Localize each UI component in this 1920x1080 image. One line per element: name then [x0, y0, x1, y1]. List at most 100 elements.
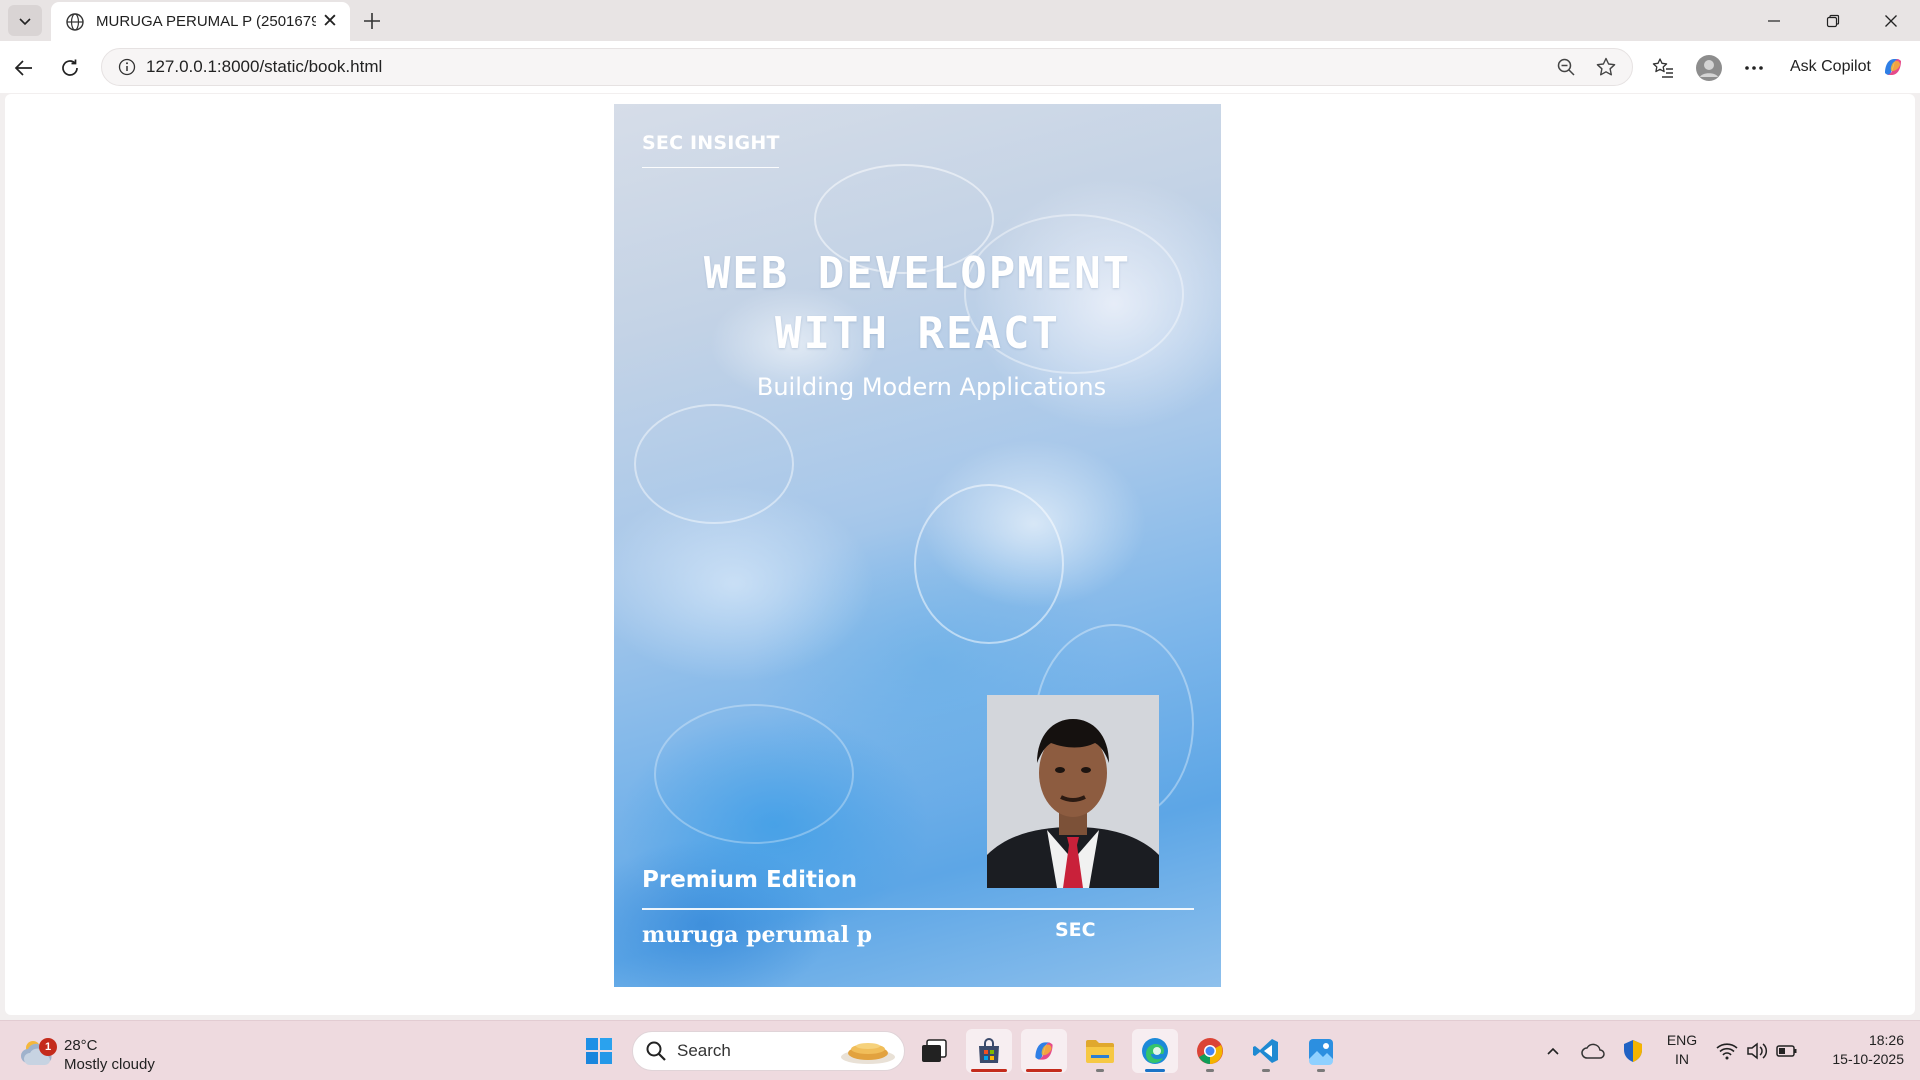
author-photo	[987, 695, 1159, 888]
active-tab[interactable]: MURUGA PERUMAL P (25016797) ✕	[51, 2, 350, 41]
task-view-button[interactable]	[911, 1029, 957, 1073]
tab-actions-button[interactable]	[8, 5, 42, 36]
vscode-icon	[1253, 1039, 1278, 1063]
search-highlight-icon	[841, 1043, 895, 1064]
zoom-button[interactable]	[1546, 50, 1586, 84]
wifi-button[interactable]	[1712, 1035, 1742, 1067]
vscode-app-button[interactable]	[1243, 1029, 1289, 1073]
running-indicator	[1317, 1069, 1325, 1072]
battery-button[interactable]	[1772, 1035, 1802, 1067]
running-indicator	[1206, 1069, 1214, 1072]
language-code: ENG	[1666, 1032, 1698, 1048]
taskbar: 1 28°C Mostly cloudy Search ENG IN 18:26…	[0, 1020, 1920, 1080]
swirl-decoration	[654, 704, 854, 844]
author-name: muruga perumal p	[642, 922, 873, 948]
site-info-button[interactable]	[108, 58, 146, 76]
ask-copilot-label: Ask Copilot	[1790, 58, 1871, 75]
close-icon	[1885, 14, 1897, 27]
favorites-button[interactable]	[1646, 51, 1680, 85]
star-icon	[1596, 57, 1616, 76]
photos-app-button[interactable]	[1298, 1029, 1344, 1073]
new-tab-button[interactable]	[356, 5, 388, 37]
publisher-label: SEC	[1055, 919, 1096, 941]
restore-button[interactable]	[1804, 0, 1862, 41]
avatar-icon	[1696, 55, 1722, 81]
address-bar[interactable]: 127.0.0.1:8000/static/book.html	[101, 48, 1633, 86]
running-indicator	[1145, 1069, 1165, 1072]
running-indicator	[971, 1069, 1007, 1072]
weather-widget[interactable]: 1 28°C Mostly cloudy	[20, 1029, 180, 1073]
zoom-out-icon	[1557, 58, 1575, 76]
edge-icon	[1142, 1038, 1168, 1064]
clock[interactable]: 18:26 15-10-2025	[1812, 1031, 1904, 1069]
store-icon	[979, 1038, 999, 1063]
minimize-button[interactable]	[1745, 0, 1803, 41]
page-viewport: SEC INSIGHT WEB DEVELOPMENT WITH REACT B…	[5, 94, 1915, 1015]
close-window-button[interactable]	[1862, 0, 1920, 41]
footer-divider	[642, 908, 1194, 910]
favorite-button[interactable]	[1586, 50, 1626, 84]
browser-toolbar: 127.0.0.1:8000/static/book.html Ask Copi…	[0, 41, 1920, 93]
notification-badge: 1	[39, 1038, 57, 1056]
cloud-icon	[1581, 1043, 1605, 1059]
book-subtitle: Building Modern Applications	[756, 373, 1107, 401]
show-hidden-icons-button[interactable]	[1538, 1035, 1568, 1067]
volume-button[interactable]	[1742, 1035, 1772, 1067]
photos-icon	[1309, 1039, 1333, 1065]
running-indicator	[1026, 1069, 1062, 1072]
restore-icon	[1826, 14, 1840, 27]
plus-icon	[364, 13, 380, 29]
refresh-button[interactable]	[53, 51, 87, 85]
file-explorer-button[interactable]	[1077, 1029, 1123, 1073]
store-app-button[interactable]	[966, 1029, 1012, 1073]
copilot-app-button[interactable]	[1021, 1029, 1067, 1073]
chevron-down-icon	[19, 17, 31, 25]
chrome-app-button[interactable]	[1187, 1029, 1233, 1073]
close-tab-icon[interactable]: ✕	[316, 8, 344, 36]
onedrive-button[interactable]	[1578, 1035, 1608, 1067]
brand-underline	[642, 167, 779, 168]
speaker-icon	[1747, 1042, 1768, 1060]
refresh-icon	[62, 59, 78, 76]
security-button[interactable]	[1618, 1035, 1648, 1067]
start-button[interactable]	[576, 1029, 622, 1073]
brand-label: SEC INSIGHT	[642, 132, 780, 154]
swirl-decoration	[634, 404, 794, 524]
chevron-up-icon	[1547, 1047, 1559, 1055]
copilot-icon	[1884, 59, 1901, 75]
profile-button[interactable]	[1692, 51, 1726, 85]
back-button[interactable]	[7, 51, 41, 85]
book-title-line1: WEB DEVELOPMENT	[703, 248, 1132, 299]
author-portrait-image	[987, 695, 1159, 888]
book-title: WEB DEVELOPMENT WITH REACT	[614, 244, 1221, 364]
shield-icon	[1624, 1040, 1642, 1062]
tab-title: MURUGA PERUMAL P (25016797)	[96, 13, 316, 30]
start-icon	[586, 1038, 612, 1064]
region-code: IN	[1675, 1051, 1689, 1067]
book-title-line2: WITH REACT	[775, 308, 1060, 359]
edition-label: Premium Edition	[642, 867, 858, 893]
search-icon	[646, 1041, 666, 1061]
ask-copilot-button[interactable]: Ask Copilot	[1776, 47, 1916, 87]
taskbar-search[interactable]: Search	[632, 1031, 905, 1071]
task-view-icon	[922, 1039, 947, 1062]
weather-temperature: 28°C	[64, 1037, 98, 1054]
search-label: Search	[677, 1041, 731, 1060]
edge-app-button[interactable]	[1132, 1029, 1178, 1073]
info-icon	[118, 58, 136, 76]
copilot-icon	[1035, 1042, 1053, 1060]
running-indicator	[1262, 1069, 1270, 1072]
input-language-button[interactable]: ENG IN	[1662, 1031, 1702, 1069]
clock-time: 18:26	[1868, 1032, 1904, 1048]
clock-date: 15-10-2025	[1832, 1051, 1904, 1067]
wifi-icon	[1716, 1043, 1738, 1060]
tab-bar: MURUGA PERUMAL P (25016797) ✕	[0, 0, 1920, 41]
swirl-decoration	[914, 484, 1064, 644]
back-arrow-icon	[14, 60, 32, 76]
globe-icon	[66, 12, 84, 31]
url-text[interactable]: 127.0.0.1:8000/static/book.html	[146, 57, 1546, 77]
book-cover: SEC INSIGHT WEB DEVELOPMENT WITH REACT B…	[614, 104, 1221, 987]
settings-more-button[interactable]	[1737, 51, 1771, 85]
battery-icon	[1776, 1045, 1797, 1057]
weather-description: Mostly cloudy	[64, 1056, 155, 1073]
